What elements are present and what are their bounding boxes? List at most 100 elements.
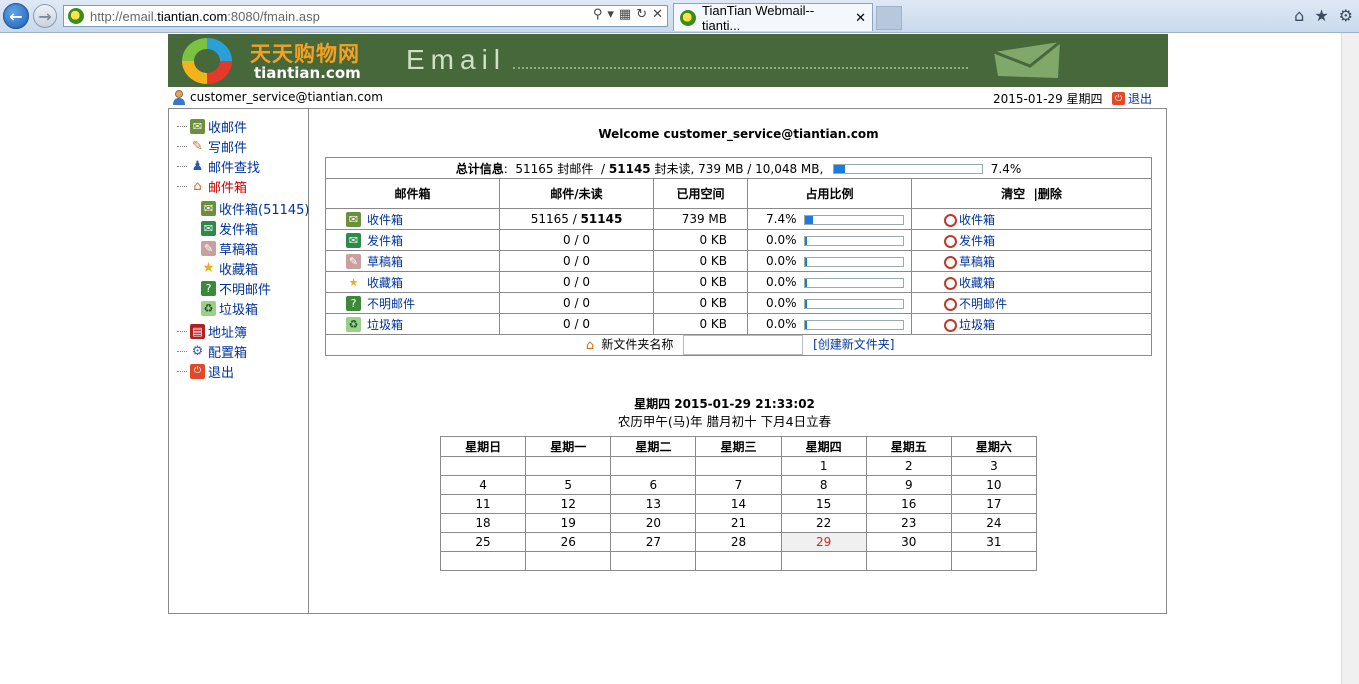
current-date: 2015-01-29 星期四 bbox=[993, 92, 1103, 106]
calendar-today[interactable]: 29 bbox=[780, 532, 867, 552]
stop-icon[interactable]: ✕ bbox=[652, 7, 663, 22]
sidebar-item-receive[interactable]: ✉ 收邮件 bbox=[177, 117, 247, 136]
calendar-day[interactable]: 20 bbox=[610, 513, 697, 533]
calendar-day[interactable]: 22 bbox=[780, 513, 867, 533]
calendar-day[interactable]: 2 bbox=[865, 456, 952, 476]
site-banner: 天天购物网 tiantian.com Email bbox=[168, 34, 1168, 87]
mailbox-used: 0 KB bbox=[653, 313, 748, 335]
calendar-lunar: 农历甲午(马)年 腊月初十 下月4日立春 bbox=[617, 414, 832, 429]
drafts-icon: ✎ bbox=[201, 241, 216, 256]
weekday-header: 星期日 bbox=[439, 436, 527, 457]
sidebar-item-settings[interactable]: ⚙ 配置箱 bbox=[177, 342, 247, 361]
calendar-day[interactable]: 23 bbox=[865, 513, 952, 533]
address-bar[interactable]: http://email.tiantian.com:8080/fmain.asp… bbox=[63, 5, 668, 27]
sidebar-item-unknown[interactable]: ? 不明邮件 bbox=[201, 279, 271, 298]
mailbox-ratio: 0.0% bbox=[747, 292, 912, 314]
header-row: 邮件箱 邮件/未读 已用空间 占用比例 清空 |删除 bbox=[325, 178, 1152, 209]
clear-link[interactable]: 发件箱 bbox=[911, 229, 1152, 251]
mailbox-link[interactable]: ✉ 发件箱 bbox=[326, 232, 499, 249]
dropdown-icon[interactable]: ▾ bbox=[607, 7, 614, 22]
mailbox-link[interactable]: ? 不明邮件 bbox=[326, 295, 499, 312]
clear-icon bbox=[944, 297, 957, 311]
sidebar-item-logout[interactable]: ⏻ 退出 bbox=[177, 362, 234, 381]
calendar-day[interactable]: 11 bbox=[439, 494, 527, 514]
clear-link[interactable]: 草稿箱 bbox=[911, 250, 1152, 272]
calendar-day[interactable]: 13 bbox=[610, 494, 697, 514]
sidebar-item-drafts[interactable]: ✎ 草稿箱 bbox=[201, 239, 258, 258]
clear-link[interactable]: 垃圾箱 bbox=[911, 313, 1152, 335]
sidebar-item-mailboxes[interactable]: ⌂ 邮件箱 bbox=[177, 177, 247, 196]
summary-unread-unit: 封未读, bbox=[654, 161, 695, 176]
calendar-day[interactable]: 8 bbox=[780, 475, 867, 495]
mailbox-used: 0 KB bbox=[653, 250, 748, 272]
calendar-day[interactable]: 16 bbox=[865, 494, 952, 514]
calendar-week: 18 19 20 21 22 23 24 bbox=[439, 513, 1038, 533]
calendar-day[interactable]: 12 bbox=[525, 494, 612, 514]
star-icon: ★ bbox=[202, 260, 215, 276]
forward-button-icon[interactable]: → bbox=[33, 4, 57, 28]
calendar-day bbox=[695, 456, 782, 476]
clear-link[interactable]: 收件箱 bbox=[911, 208, 1152, 230]
calendar-day[interactable]: 28 bbox=[695, 532, 782, 552]
clear-link[interactable]: 不明邮件 bbox=[911, 292, 1152, 314]
sidebar-item-compose[interactable]: ✎ 写邮件 bbox=[177, 137, 247, 156]
calendar-day[interactable]: 31 bbox=[950, 532, 1038, 552]
calendar-day[interactable]: 9 bbox=[865, 475, 952, 495]
col-clear: 清空 |删除 bbox=[911, 178, 1152, 209]
calendar-day[interactable]: 6 bbox=[610, 475, 697, 495]
calendar-day[interactable]: 17 bbox=[950, 494, 1038, 514]
compat-view-icon[interactable]: ▦ bbox=[619, 7, 631, 22]
tab-favicon-icon bbox=[680, 9, 696, 26]
mailbox-name: 收藏箱 bbox=[367, 275, 404, 290]
calendar-day[interactable]: 10 bbox=[950, 475, 1038, 495]
calendar-day[interactable]: 19 bbox=[525, 513, 612, 533]
calendar-day[interactable]: 14 bbox=[695, 494, 782, 514]
calendar-title: 星期四 2015-01-29 21:33:02 bbox=[634, 397, 815, 411]
calendar-day[interactable]: 5 bbox=[525, 475, 612, 495]
favorites-star-icon[interactable]: ★ bbox=[1314, 6, 1328, 25]
sidebar-item-outbox[interactable]: ✉ 发件箱 bbox=[201, 219, 258, 238]
calendar-day[interactable]: 24 bbox=[950, 513, 1038, 533]
sidebar-item-addressbook[interactable]: ▤ 地址簿 bbox=[177, 322, 247, 341]
sidebar-item-search[interactable]: ♟ 邮件查找 bbox=[177, 157, 260, 176]
calendar-day[interactable]: 4 bbox=[439, 475, 527, 495]
mailbox-progress-bar bbox=[804, 235, 905, 246]
calendar-day[interactable]: 26 bbox=[525, 532, 612, 552]
mailbox-link[interactable]: ✉ 收件箱 bbox=[326, 211, 499, 228]
back-button-icon[interactable]: ← bbox=[3, 3, 29, 29]
browser-chrome: ← → http://email.tiantian.com:8080/fmain… bbox=[0, 0, 1359, 33]
calendar-day[interactable]: 18 bbox=[439, 513, 527, 533]
new-folder-input[interactable] bbox=[683, 335, 804, 355]
calendar-day[interactable]: 25 bbox=[439, 532, 527, 552]
mailbox-link[interactable]: ★ 收藏箱 bbox=[326, 274, 499, 291]
mailbox-link[interactable]: ♻ 垃圾箱 bbox=[326, 316, 499, 333]
calendar-day[interactable]: 1 bbox=[780, 456, 867, 476]
sidebar-item-favorites[interactable]: ★ 收藏箱 bbox=[201, 259, 258, 279]
browser-tab[interactable]: TianTian Webmail--tianti... ✕ bbox=[673, 3, 873, 33]
col-used: 已用空间 bbox=[653, 178, 748, 209]
refresh-icon[interactable]: ↻ bbox=[636, 7, 647, 22]
calendar-day bbox=[439, 456, 527, 476]
mailbox-table: 总计信息: 51165 封邮件 / 51145 封未读, 739 MB / 10… bbox=[325, 157, 1152, 356]
calendar-day[interactable]: 21 bbox=[695, 513, 782, 533]
trash-icon: ♻ bbox=[201, 301, 216, 316]
settings-gear-icon[interactable]: ⚙ bbox=[1339, 6, 1353, 25]
clear-link[interactable]: 收藏箱 bbox=[911, 271, 1152, 293]
mailbox-link[interactable]: ✎ 草稿箱 bbox=[326, 253, 499, 270]
home-icon[interactable]: ⌂ bbox=[1294, 6, 1304, 25]
logout-link[interactable]: ⏻ 退出 bbox=[1112, 90, 1152, 107]
page-scrollbar[interactable] bbox=[1341, 33, 1359, 684]
calendar-day[interactable]: 30 bbox=[865, 532, 952, 552]
calendar-day[interactable]: 3 bbox=[950, 456, 1038, 476]
tab-close-icon[interactable]: ✕ bbox=[855, 10, 866, 26]
new-tab-button[interactable] bbox=[876, 6, 902, 30]
sidebar-item-trash[interactable]: ♻ 垃圾箱 bbox=[201, 299, 258, 318]
mailbox-progress-bar bbox=[804, 256, 905, 267]
calendar-day[interactable]: 27 bbox=[610, 532, 697, 552]
calendar-day[interactable]: 7 bbox=[695, 475, 782, 495]
search-icon[interactable]: ⚲ bbox=[593, 7, 603, 22]
sidebar-item-inbox[interactable]: ✉ 收件箱(51145) bbox=[201, 199, 310, 218]
calendar-day[interactable]: 15 bbox=[780, 494, 867, 514]
create-folder-link[interactable]: [创建新文件夹] bbox=[813, 338, 894, 352]
table-row: ? 不明邮件 0 / 0 0 KB 0.0% 不明邮件 bbox=[325, 292, 1152, 314]
